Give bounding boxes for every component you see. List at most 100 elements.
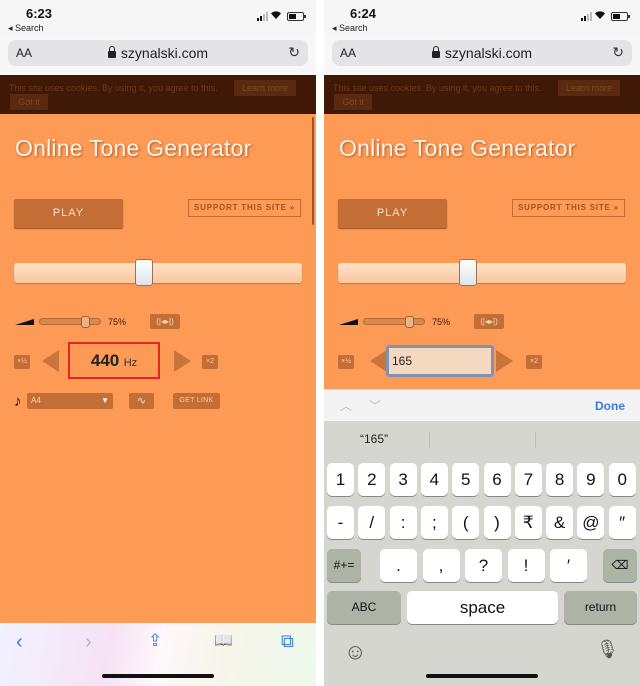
done-button[interactable]: Done — [595, 399, 625, 413]
key[interactable]: ? — [465, 549, 502, 582]
signal-icon — [257, 12, 268, 21]
note-select[interactable]: A4 ▼ — [27, 393, 113, 409]
suggestion-item[interactable]: “165” — [360, 432, 388, 446]
frequency-input[interactable]: 165 — [386, 345, 494, 377]
status-time: 6:23 — [26, 6, 53, 21]
abc-key[interactable]: ABC — [327, 591, 401, 624]
volume-slider-thumb[interactable] — [81, 316, 90, 328]
learn-more-button[interactable]: Learn more — [234, 80, 296, 96]
key[interactable]: 1 — [327, 463, 354, 496]
delete-icon[interactable]: ⌫ — [603, 549, 637, 582]
balance-button[interactable]: (|◂▸|) — [474, 314, 504, 329]
key[interactable]: ! — [507, 549, 545, 582]
space-key[interactable]: space — [407, 591, 558, 624]
frequency-display[interactable]: 440 Hz — [68, 342, 160, 379]
chevron-up-icon[interactable]: ︿ — [340, 397, 352, 414]
increase-frequency-arrow-icon[interactable] — [174, 350, 191, 372]
key[interactable]: ′ — [550, 549, 587, 582]
decrease-frequency-arrow-icon[interactable] — [370, 350, 387, 372]
status-time: 6:24 — [350, 6, 377, 21]
key[interactable]: ; — [420, 506, 448, 539]
learn-more-button[interactable]: Learn more — [558, 80, 620, 96]
bookmarks-icon[interactable]: 📖 — [214, 631, 233, 649]
play-button[interactable]: PLAY — [14, 199, 123, 228]
decrease-frequency-arrow-icon[interactable] — [42, 350, 59, 372]
waveform-button[interactable]: ∿ — [129, 393, 154, 409]
page-title: Online Tone Generator — [339, 135, 576, 161]
halve-frequency-button[interactable]: ×½ — [14, 355, 30, 369]
back-to-search-link[interactable]: ◂ Search — [8, 23, 44, 34]
key[interactable]: 8 — [546, 463, 574, 496]
emoji-icon[interactable]: ☺ — [344, 639, 366, 665]
key[interactable]: - — [327, 506, 354, 539]
battery-icon — [287, 12, 306, 21]
increase-frequency-arrow-icon[interactable] — [496, 350, 513, 372]
key[interactable]: 3 — [389, 463, 417, 496]
home-indicator — [426, 674, 538, 678]
key[interactable]: 0 — [608, 463, 636, 496]
lock-icon — [107, 46, 116, 58]
get-link-button[interactable]: GET LINK — [173, 393, 220, 409]
scrollbar[interactable] — [312, 117, 314, 225]
key[interactable]: , — [422, 549, 460, 582]
note-select-value: A4 — [31, 396, 41, 405]
key[interactable]: 6 — [483, 463, 511, 496]
reload-icon[interactable]: ↻ — [612, 44, 624, 61]
wifi-icon — [595, 11, 605, 19]
key[interactable]: 5 — [452, 463, 480, 496]
volume-percent: 75% — [108, 317, 127, 327]
key[interactable]: 9 — [577, 463, 605, 496]
key[interactable]: 4 — [420, 463, 448, 496]
key[interactable]: 7 — [514, 463, 542, 496]
balance-button[interactable]: (|◂▸|) — [150, 314, 180, 329]
wifi-icon — [271, 11, 281, 19]
key[interactable]: & — [546, 506, 574, 539]
halve-frequency-button[interactable]: ×½ — [338, 355, 354, 369]
frequency-slider-thumb[interactable] — [459, 259, 477, 286]
frequency-slider[interactable] — [338, 259, 626, 286]
back-to-search-link[interactable]: ◂ Search — [332, 23, 368, 34]
frequency-slider[interactable] — [14, 259, 302, 286]
key[interactable]: ″ — [608, 506, 636, 539]
address-bar[interactable]: AA szynalski.com ↻ — [332, 40, 632, 66]
play-button[interactable]: PLAY — [338, 199, 447, 228]
key[interactable]: . — [380, 549, 417, 582]
key[interactable]: : — [389, 506, 417, 539]
frequency-slider-thumb[interactable] — [135, 259, 153, 286]
key[interactable]: / — [358, 506, 386, 539]
key[interactable]: @ — [577, 506, 605, 539]
web-page: This site uses cookies. By using it, you… — [0, 75, 316, 623]
chevron-down-icon: ▼ — [101, 396, 109, 405]
forward-icon[interactable]: › — [85, 631, 92, 654]
address-bar[interactable]: AA szynalski.com ↻ — [8, 40, 308, 66]
url-text: szynalski.com — [444, 45, 533, 61]
frequency-value: 440 — [90, 351, 120, 370]
music-note-icon: ♪ — [14, 393, 22, 410]
key[interactable]: ( — [452, 506, 480, 539]
volume-slider[interactable] — [39, 316, 101, 328]
back-icon[interactable]: ‹ — [16, 631, 23, 654]
more-symbols-key[interactable]: #+= — [327, 549, 361, 582]
support-site-link[interactable]: SUPPORT THIS SITE » — [512, 199, 625, 217]
return-key[interactable]: return — [564, 591, 637, 624]
reload-icon[interactable]: ↻ — [288, 44, 300, 61]
microphone-icon[interactable]: 🎙 — [596, 639, 619, 660]
double-frequency-button[interactable]: ×2 — [526, 355, 542, 369]
key[interactable]: ₹ — [514, 506, 542, 539]
volume-slider[interactable] — [363, 316, 425, 328]
share-icon[interactable]: ⇪ — [148, 631, 162, 651]
key[interactable]: 2 — [358, 463, 386, 496]
tabs-icon[interactable]: ⧉ — [281, 631, 294, 652]
cookie-banner: This site uses cookies. By using it, you… — [324, 75, 640, 114]
got-it-button[interactable]: Got it — [334, 94, 372, 110]
key[interactable]: ) — [483, 506, 511, 539]
keyboard: “165” 1 2 3 4 5 6 7 8 9 0 - /:;() ₹ & @ ″ #+=.,?! ′ ⌫ ABC sp… — [324, 421, 640, 686]
volume-icon — [339, 319, 358, 325]
got-it-button[interactable]: Got it — [10, 94, 48, 110]
status-bar: 6:23 ◂ Search — [0, 0, 316, 36]
double-frequency-button[interactable]: ×2 — [202, 355, 218, 369]
chevron-down-icon[interactable]: ﹀ — [369, 397, 381, 414]
volume-slider-thumb[interactable] — [405, 316, 414, 328]
support-site-link[interactable]: SUPPORT THIS SITE » — [188, 199, 301, 217]
safari-toolbar: ‹ › ⇪ 📖 ⧉ — [0, 623, 316, 686]
